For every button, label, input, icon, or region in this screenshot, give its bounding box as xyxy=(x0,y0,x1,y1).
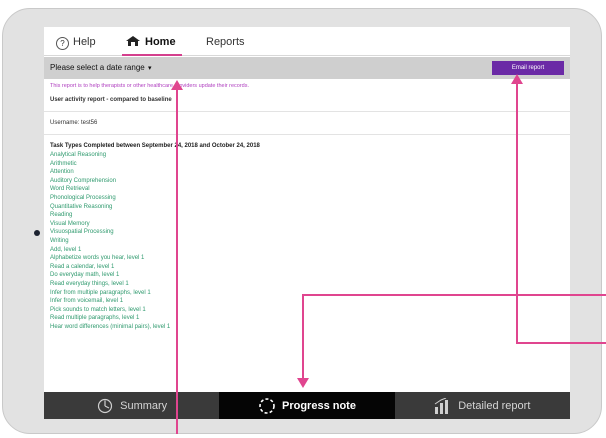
task-list-item: Visuospatial Processing xyxy=(50,229,114,236)
task-list-item: Word Retrieval xyxy=(50,186,90,193)
app-screen: ? Help Home Reports Please select a date … xyxy=(44,27,570,419)
nav-progress-note-label: Progress note xyxy=(282,399,356,412)
task-list-item: Reading xyxy=(50,212,73,219)
nav-summary[interactable]: Summary xyxy=(44,392,219,419)
annotation-line xyxy=(516,82,518,344)
annotation-line xyxy=(516,342,606,344)
annotation-line xyxy=(302,294,606,296)
tab-help[interactable]: ? Help xyxy=(56,27,96,55)
arrow-up-icon xyxy=(511,74,523,84)
task-list-item: Visual Memory xyxy=(50,220,90,227)
date-range-select[interactable]: Please select a date range ▾ xyxy=(50,57,151,79)
nav-detailed-report[interactable]: Detailed report xyxy=(395,392,570,419)
top-tab-bar: ? Help Home Reports xyxy=(44,27,570,56)
task-list-item: Alphabetize words you hear, level 1 xyxy=(50,255,145,262)
task-list-item: Attention xyxy=(50,169,74,176)
task-list-item: Writing xyxy=(50,237,69,244)
task-list-item: Read multiple paragraphs, level 1 xyxy=(50,315,140,322)
task-list-item: Infer from voicemail, level 1 xyxy=(50,298,124,305)
nav-progress-note[interactable]: Progress note xyxy=(219,392,395,419)
task-list-item: Read a calendar, level 1 xyxy=(50,263,115,270)
tab-home-label: Home xyxy=(145,36,176,48)
task-list-item: Do everyday math, level 1 xyxy=(50,272,120,279)
chevron-down-icon: ▾ xyxy=(147,65,152,72)
arrow-down-icon xyxy=(297,378,309,388)
report-purpose-text: This report is to help therapists or oth… xyxy=(50,83,250,89)
task-list-item: Read everyday things, level 1 xyxy=(50,280,129,287)
date-range-label: Please select a date range xyxy=(50,63,145,72)
task-list: Analytical Reasoning Arithmetic Attention A… xyxy=(50,151,564,331)
tab-help-label: Help xyxy=(73,36,96,48)
summary-icon xyxy=(96,398,114,414)
task-list-item: Analytical Reasoning xyxy=(50,152,107,158)
divider xyxy=(44,134,570,135)
help-icon: ? xyxy=(56,37,69,50)
task-list-item: Auditory Comprehension xyxy=(50,177,117,184)
tab-reports[interactable]: Reports xyxy=(206,27,245,55)
email-report-button[interactable]: Email report xyxy=(492,61,564,75)
tab-reports-label: Reports xyxy=(206,36,245,48)
report-title: User activity report - compared to basel… xyxy=(50,97,172,103)
divider xyxy=(44,111,570,112)
tab-home[interactable]: Home xyxy=(122,27,182,56)
date-range-bar: Please select a date range ▾ Email repor… xyxy=(44,57,570,79)
progress-note-icon xyxy=(258,397,276,415)
task-list-item: Pick sounds to match letters, level 1 xyxy=(50,306,146,313)
task-list-item: Arithmetic xyxy=(50,160,77,167)
task-types-heading: Task Types Completed between September 2… xyxy=(50,143,260,149)
arrow-up-icon xyxy=(171,80,183,90)
bottom-nav: Summary Progress note Detailed report xyxy=(44,392,570,419)
task-list-item: Phonological Processing xyxy=(50,194,116,201)
nav-summary-label: Summary xyxy=(120,399,168,412)
nav-detailed-report-label: Detailed report xyxy=(458,399,531,412)
annotation-line xyxy=(176,88,178,434)
home-icon xyxy=(126,36,140,46)
task-list-item: Quantitative Reasoning xyxy=(50,203,113,210)
camera-dot xyxy=(34,230,40,236)
task-list-item: Add, level 1 xyxy=(50,246,82,253)
task-list-item: Hear word differences (minimal pairs), l… xyxy=(50,323,171,330)
username-text: Username: test56 xyxy=(50,120,98,126)
detailed-report-icon xyxy=(434,397,452,414)
annotation-line xyxy=(302,294,304,380)
